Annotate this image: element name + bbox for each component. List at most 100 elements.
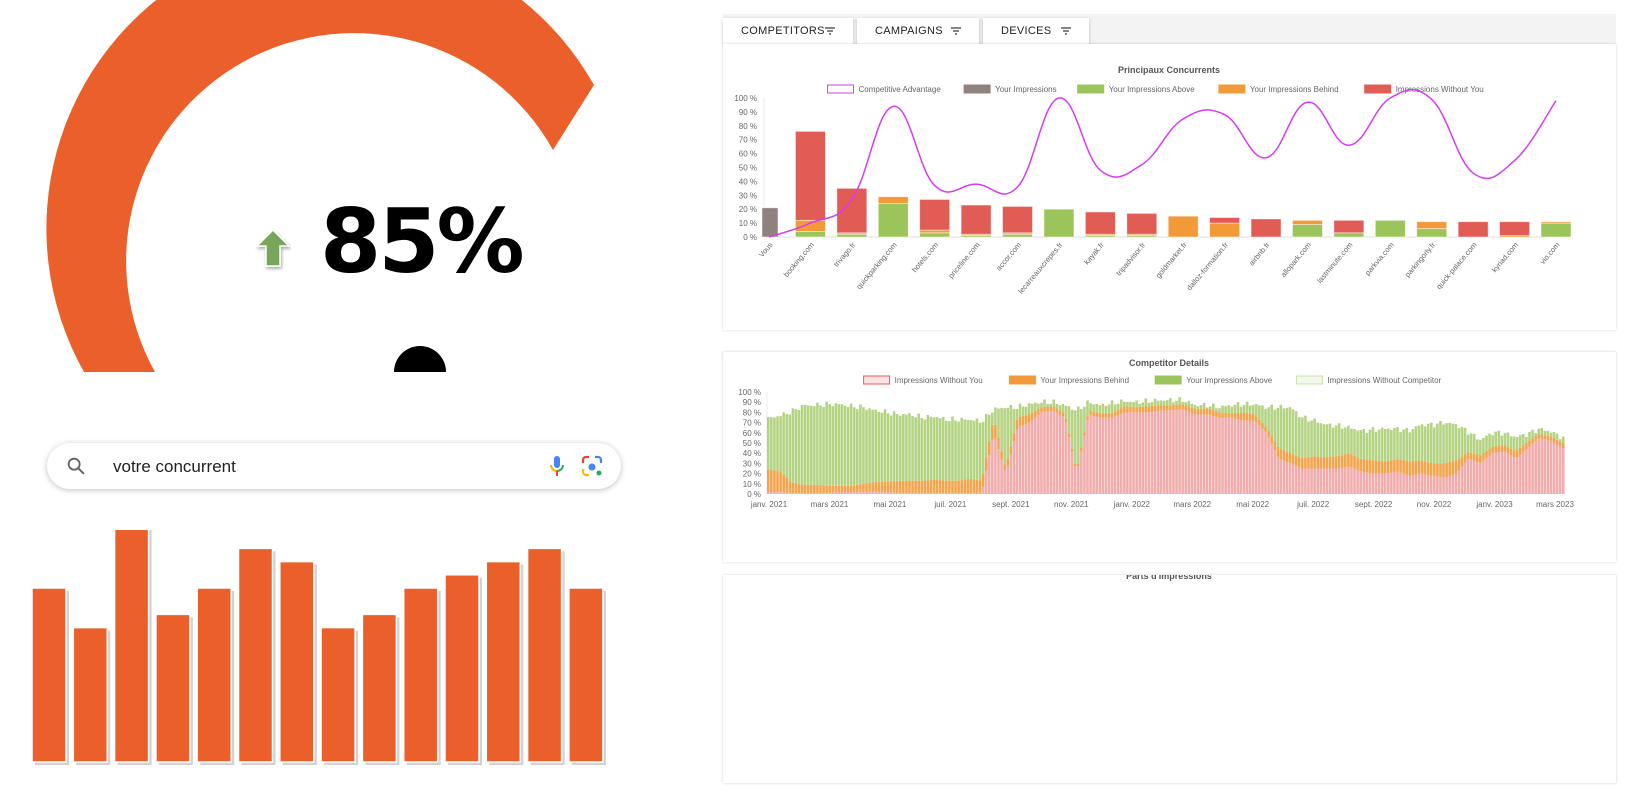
- stacked-bar-segment: [1190, 407, 1194, 413]
- stacked-bar-segment: [1242, 420, 1246, 494]
- stacked-bar-segment: [1027, 414, 1031, 423]
- stacked-bar-segment: [1083, 435, 1086, 494]
- stacked-bar-segment: [917, 413, 921, 481]
- stacked-bar-segment: [1227, 417, 1230, 494]
- stacked-bar-segment: [1417, 473, 1421, 494]
- stacked-bar-segment: [1049, 403, 1052, 407]
- stacked-bar-segment: [1285, 451, 1289, 462]
- decor-bar: [402, 587, 439, 763]
- stacked-bar-segment: [1012, 433, 1016, 442]
- stacked-bar-segment: [963, 479, 967, 493]
- stacked-bar-segment: [1086, 416, 1089, 421]
- stacked-bar-segment: [1037, 403, 1040, 409]
- stacked-bar-segment: [1040, 402, 1043, 408]
- stacked-bar-segment: [1178, 409, 1181, 494]
- stacked-bar-segment: [806, 405, 810, 485]
- stacked-bar-segment: [1101, 403, 1105, 414]
- stacked-bar-segment: [1396, 471, 1399, 494]
- stacked-bar-segment: [1301, 468, 1304, 494]
- stacked-bar-segment: [880, 491, 884, 494]
- stacked-bar-segment: [819, 405, 822, 486]
- stacked-bar-segment: [788, 414, 792, 481]
- filter-devices-button[interactable]: DEVICES: [983, 18, 1089, 44]
- stacked-bar-segment: [1451, 423, 1455, 462]
- stacked-bar-segment: [1359, 471, 1362, 494]
- stacked-bar-segment: [932, 479, 936, 493]
- stacked-bar-segment: [1325, 424, 1329, 458]
- stacked-bar-segment: [954, 492, 957, 494]
- decor-bar: [485, 560, 522, 763]
- y-tick-label: 90 %: [739, 108, 757, 117]
- x-tick-label: quickparking.com: [854, 241, 898, 291]
- lens-icon[interactable]: [580, 454, 604, 478]
- stacked-bar-segment: [1374, 431, 1378, 461]
- search-query[interactable]: votre concurrent: [113, 457, 236, 477]
- stacked-bar-segment: [1380, 473, 1384, 494]
- stacked-bar-segment: [1344, 454, 1347, 468]
- stacked-bar-segment: [1482, 453, 1485, 461]
- stacked-bar-segment: [856, 491, 859, 494]
- legend-label: Your Impressions Behind: [1040, 376, 1129, 385]
- stacked-bar-segment: [991, 439, 994, 494]
- stacked-bar-segment: [809, 484, 813, 493]
- stacked-bar-segment: [828, 485, 831, 493]
- search-box[interactable]: votre concurrent: [47, 443, 621, 489]
- stacked-bar-segment: [862, 483, 865, 492]
- stacked-bar-segment: [1515, 457, 1519, 494]
- stacked-bar-segment: [1528, 431, 1531, 441]
- stacked-bar-segment: [1436, 463, 1439, 477]
- stacked-bar-segment: [1184, 410, 1188, 494]
- stacked-bar-segment: [1113, 411, 1117, 417]
- stacked-bar-segment: [1205, 408, 1209, 415]
- stacked-bar-segment: [960, 492, 963, 494]
- search-icon[interactable]: [65, 455, 87, 477]
- stacked-bar-segment: [1500, 451, 1504, 494]
- stacked-bar-segment: [1371, 473, 1375, 494]
- stacked-bar-segment: [1107, 413, 1111, 418]
- stacked-bar-segment: [785, 413, 789, 478]
- stacked-bar-segment: [1098, 413, 1102, 418]
- x-tick-label: parkingorly.fr: [1403, 240, 1438, 279]
- stacked-bar-segment: [1301, 417, 1304, 459]
- filter-campaigns-button[interactable]: CAMPAIGNS: [857, 18, 979, 44]
- stacked-bar-segment: [1037, 414, 1040, 494]
- stacked-bar-segment: [1153, 411, 1157, 494]
- stacked-bar-segment: [1055, 412, 1059, 494]
- stacked-bar-segment: [1356, 469, 1359, 494]
- stacked-bar-segment: [1141, 406, 1145, 413]
- stacked-bar-segment: [1239, 406, 1243, 413]
- stacked-bar-segment: [1399, 432, 1402, 460]
- stacked-bar-segment: [1184, 402, 1188, 406]
- stacked-bar-segment: [1251, 420, 1255, 494]
- stacked-bar-segment: [776, 491, 779, 494]
- x-tick-label: mai 2021: [873, 500, 906, 509]
- stacked-bar-segment: [1046, 411, 1049, 494]
- stacked-bar-segment: [1442, 477, 1445, 494]
- stacked-bar-segment: [1512, 436, 1516, 451]
- stacked-bar-segment: [831, 492, 835, 494]
- x-tick-label: hotels.com: [910, 241, 940, 275]
- stacked-bar-segment: [892, 411, 896, 482]
- stacked-bar-segment: [1080, 447, 1083, 451]
- x-tick-label: mai 2022: [1236, 500, 1269, 509]
- stacked-bar-segment: [1058, 414, 1062, 494]
- stacked-bar-segment: [1350, 467, 1353, 494]
- mic-icon[interactable]: [546, 454, 568, 478]
- stacked-bar-segment: [1475, 454, 1479, 463]
- stacked-bar-segment: [1561, 443, 1565, 449]
- x-tick-label: accor.com: [994, 241, 1023, 273]
- stacked-bar-segment: [892, 481, 896, 493]
- stacked-bar-segment: [960, 480, 963, 493]
- stacked-bar-segment: [767, 416, 770, 470]
- stacked-bar-segment: [1276, 446, 1280, 457]
- stacked-bar-segment: [1555, 444, 1559, 494]
- stacked-bar-segment: [1273, 409, 1277, 442]
- y-axis: 0 %10 %20 % 30 %40 %50 %60 %70 % 80 %90 %1…: [738, 388, 768, 499]
- stacked-bar-segment: [1297, 417, 1301, 458]
- filter-competitors-button[interactable]: COMPETITORS: [723, 18, 853, 44]
- stacked-bar-segment: [1488, 455, 1491, 494]
- stacked-bar-segment: [1242, 412, 1246, 421]
- stacked-bar-segment: [797, 410, 801, 484]
- stacked-bar-segment: [1426, 423, 1430, 463]
- stacked-bar-segment: [1267, 437, 1270, 494]
